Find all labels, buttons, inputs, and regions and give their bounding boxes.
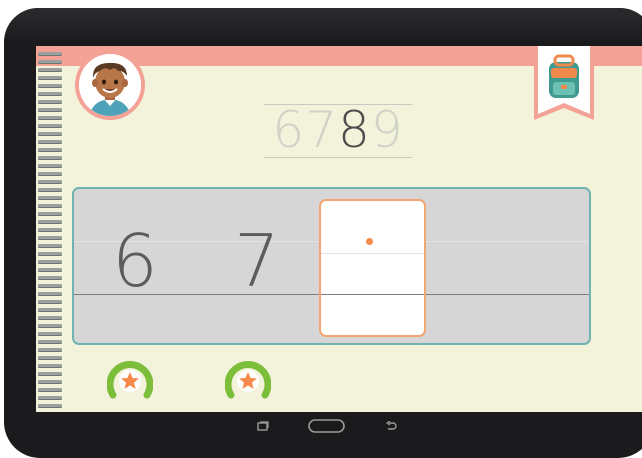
spiral-ring [38, 180, 62, 183]
spiral-ring [38, 260, 62, 263]
back-icon[interactable] [385, 421, 397, 431]
spiral-ring [38, 172, 62, 175]
spiral-ring [38, 148, 62, 151]
sequence-digits: 6 7 8 9 [264, 101, 412, 159]
spiral-ring [38, 188, 62, 191]
spiral-ring [38, 68, 62, 71]
spiral-ring [38, 340, 62, 343]
writing-panel: 6 7 [72, 187, 591, 345]
spiral-ring [38, 204, 62, 207]
spiral-ring [38, 364, 62, 367]
tablet-bezel-shine [4, 8, 642, 42]
spiral-ring [38, 228, 62, 231]
spiral-ring [38, 308, 62, 311]
spiral-ring [38, 60, 62, 63]
spiral-ring [38, 116, 62, 119]
spiral-ring [38, 284, 62, 287]
written-digit: 7 [234, 219, 280, 303]
spiral-ring [38, 76, 62, 79]
spiral-ring [38, 324, 62, 327]
spiral-ring [38, 156, 62, 159]
spiral-ring [38, 268, 62, 271]
spiral-ring [38, 220, 62, 223]
spiral-ring [38, 124, 62, 127]
boy-avatar-icon [79, 54, 141, 116]
trace-canvas[interactable] [319, 199, 426, 337]
spiral-ring [38, 356, 62, 359]
sequence-digit: 9 [370, 101, 404, 159]
spiral-ring [38, 164, 62, 167]
written-digit: 6 [112, 219, 158, 303]
number-sequence: 6 7 8 9 [264, 101, 412, 159]
spiral-ring [38, 292, 62, 295]
home-button-icon[interactable] [308, 419, 345, 433]
spiral-ring [38, 108, 62, 111]
spiral-ring [38, 92, 62, 95]
android-navigation-bar [0, 412, 642, 446]
spiral-ring [38, 100, 62, 103]
spiral-ring [38, 396, 62, 399]
star-badge [106, 357, 154, 403]
spiral-ring [38, 380, 62, 383]
spiral-ring [38, 300, 62, 303]
star-badge [224, 357, 272, 403]
sequence-digit: 6 [272, 101, 306, 159]
profile-avatar-button[interactable] [75, 50, 145, 120]
sequence-digit: 7 [305, 101, 338, 159]
star-icon [224, 361, 272, 399]
backpack-button[interactable] [534, 46, 594, 126]
star-icon [106, 361, 154, 399]
app-screen: 6 7 8 9 6 7 [36, 46, 642, 412]
spiral-ring [38, 348, 62, 351]
spiral-ring [38, 140, 62, 143]
spiral-ring [38, 276, 62, 279]
recent-apps-icon[interactable] [257, 421, 269, 431]
backpack-icon [534, 46, 594, 120]
spiral-ring [38, 332, 62, 335]
notebook-spiral [36, 46, 64, 412]
spiral-ring [38, 372, 62, 375]
spiral-ring [38, 388, 62, 391]
spiral-ring [38, 244, 62, 247]
sequence-digit-current: 8 [338, 101, 371, 159]
trace-midline [321, 253, 424, 254]
trace-start-dot[interactable] [366, 238, 373, 245]
spiral-ring [38, 252, 62, 255]
spiral-ring [38, 132, 62, 135]
spiral-ring [38, 84, 62, 87]
spiral-ring [38, 212, 62, 215]
spiral-ring [38, 52, 62, 55]
spiral-ring [38, 196, 62, 199]
trace-baseline [321, 294, 424, 295]
spiral-ring [38, 404, 62, 407]
spiral-ring [38, 236, 62, 239]
spiral-ring [38, 316, 62, 319]
